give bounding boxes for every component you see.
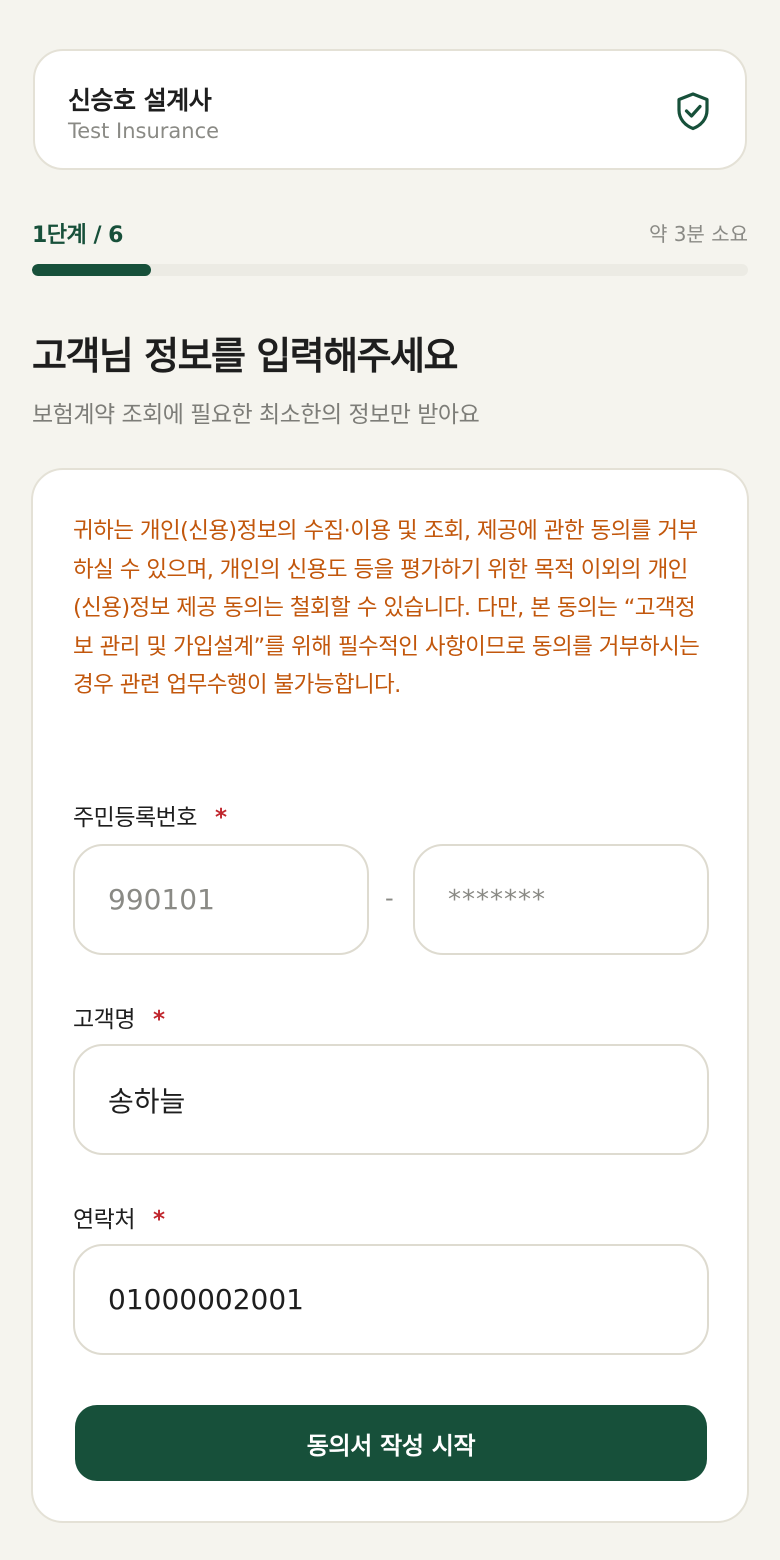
customer-name-input[interactable]: 송하늘 [73,1044,709,1155]
progress-fill [32,264,152,276]
required-mark: * [152,1207,165,1233]
agent-card: 신승호 설계사 Test Insurance [33,49,747,170]
agent-name: 신승호 설계사 [68,86,212,115]
progress-bar [32,264,748,276]
phone-input[interactable]: 01000002001 [73,1244,709,1355]
consent-form: 귀하는 개인(신용)정보의 수집·이용 및 조회, 제공에 관한 동의를 거부하… [31,468,749,1523]
name-label-text: 고객명 [73,1007,135,1033]
consent-notice: 귀하는 개인(신용)정보의 수집·이용 및 조회, 제공에 관한 동의를 거부하… [73,518,700,698]
name-label: 고객명 * [73,1000,165,1034]
rrn-front-input[interactable]: 990101 [73,844,369,955]
required-mark: * [152,1007,165,1033]
phone-label-text: 연락처 [73,1207,135,1233]
rrn-separator: - [385,884,394,912]
phone-label: 연락처 * [73,1200,165,1234]
page-subtitle: 보험계약 조회에 필요한 최소한의 정보만 받아요 [32,402,480,428]
step-indicator: 1단계 / 6 [32,223,123,248]
rrn-back-input[interactable]: ******* [413,844,709,955]
start-consent-button[interactable]: 동의서 작성 시작 [75,1405,707,1481]
time-estimate: 약 3분 소요 [648,222,748,246]
rrn-label: 주민등록번호 * [73,798,227,832]
shield-check-icon [677,92,709,131]
page-title: 고객님 정보를 입력해주세요 [32,334,458,378]
required-mark: * [214,805,227,831]
rrn-label-text: 주민등록번호 [73,805,197,831]
agent-company: Test Insurance [68,119,220,143]
